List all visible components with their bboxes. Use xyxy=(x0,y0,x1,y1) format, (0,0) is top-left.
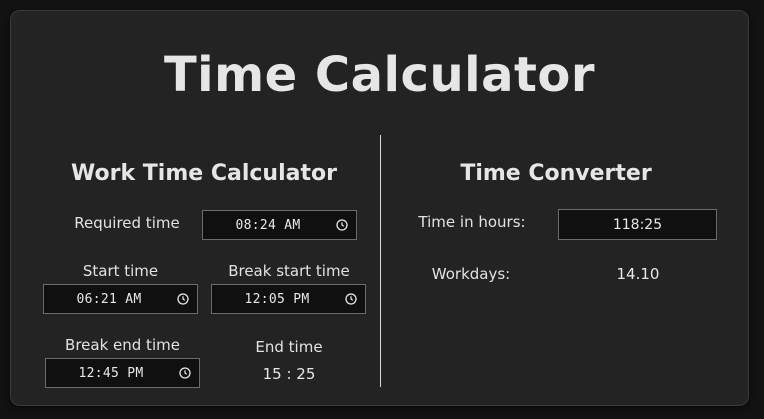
clock-icon[interactable] xyxy=(174,293,192,305)
time-converter-heading: Time Converter xyxy=(460,161,652,186)
break-end-time-input[interactable]: 12:45 PM xyxy=(45,358,200,388)
start-time-input[interactable]: 06:21 AM xyxy=(43,284,198,314)
calculator-card: Time Calculator Work Time Calculator Req… xyxy=(10,10,749,406)
workdays-value: 14.10 xyxy=(616,265,660,283)
clock-icon[interactable] xyxy=(176,367,194,379)
required-time-input[interactable]: 08:24 AM xyxy=(202,210,357,240)
page-title: Time Calculator xyxy=(163,47,596,103)
break-start-time-label: Break start time xyxy=(228,262,350,280)
start-time-value: 06:21 AM xyxy=(76,291,142,307)
work-time-calculator-heading: Work Time Calculator xyxy=(71,161,337,186)
clock-icon[interactable] xyxy=(333,219,351,231)
time-in-hours-input[interactable]: 118:25 xyxy=(558,209,717,240)
end-time-value: 15 : 25 xyxy=(262,365,316,383)
time-in-hours-label: Time in hours: xyxy=(418,213,526,231)
start-time-label: Start time xyxy=(82,262,159,280)
end-time-label: End time xyxy=(255,338,323,356)
break-start-time-value: 12:05 PM xyxy=(244,291,310,307)
break-end-time-label: Break end time xyxy=(65,336,180,354)
break-end-time-value: 12:45 PM xyxy=(78,365,144,381)
required-time-label: Required time xyxy=(74,214,180,232)
required-time-value: 08:24 AM xyxy=(235,217,301,233)
workdays-label: Workdays: xyxy=(431,265,511,283)
section-divider xyxy=(380,135,381,387)
clock-icon[interactable] xyxy=(342,293,360,305)
break-start-time-input[interactable]: 12:05 PM xyxy=(211,284,366,314)
